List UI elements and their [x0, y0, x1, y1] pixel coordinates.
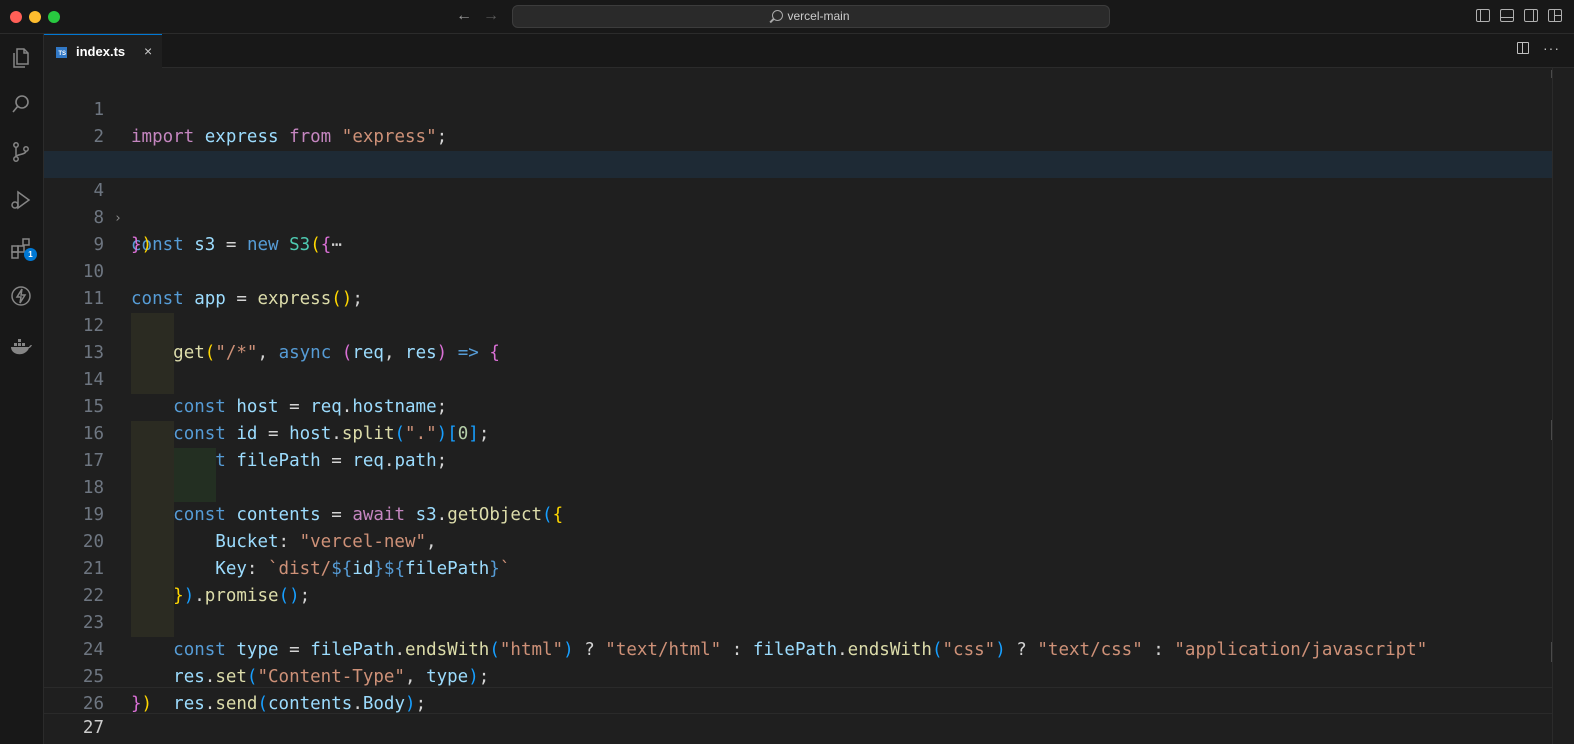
code-line: 15 const filePath = req.path; [44, 367, 1553, 471]
code-line: 14 const id = host.split(".")[0]; [44, 340, 1553, 444]
source-control-icon[interactable] [7, 138, 35, 166]
editor-actions: ··· [1517, 41, 1560, 55]
code-line-current: 27 app.listen(3001, () => console.log('L… [44, 687, 1553, 738]
code-line: 22 const type = filePath.endsWith("html"… [44, 556, 1553, 660]
code-line: 8 }) [44, 178, 1553, 255]
editor-tab-bar: TS index.ts × ··· [44, 34, 1574, 68]
maximize-window-button[interactable] [48, 11, 60, 23]
minimize-window-button[interactable] [29, 11, 41, 23]
code-line: 3 [44, 124, 1553, 174]
code-line: 9 [44, 205, 1553, 255]
line-number: 27 [82, 718, 104, 738]
files-icon[interactable] [7, 44, 35, 72]
extensions-badge: 1 [24, 248, 37, 261]
code-line: 24 res.send(contents.Body); [44, 610, 1553, 714]
code-editor[interactable]: 1 import express from "express"; 2 impor… [44, 68, 1574, 744]
run-debug-icon[interactable] [7, 186, 35, 214]
extensions-icon[interactable]: 1 [7, 234, 37, 262]
code-line: 10 const app = express(); [44, 232, 1553, 309]
layout-controls [1476, 9, 1562, 22]
activity-bar: 1 [0, 34, 44, 744]
toggle-secondary-sidebar-icon[interactable] [1524, 9, 1538, 22]
code-line: 17 const contents = await s3.getObject({ [44, 421, 1553, 525]
code-line: 1 import express from "express"; [44, 70, 1553, 147]
tab-index-ts[interactable]: TS index.ts × [44, 34, 162, 68]
forward-arrow-icon[interactable]: → [483, 6, 499, 26]
toggle-panel-icon[interactable] [1500, 9, 1514, 22]
customize-layout-icon[interactable] [1548, 9, 1562, 22]
code-line: 2 import { S3 } from "aws-sdk"; [44, 97, 1553, 174]
code-line: 20 }).promise(); [44, 502, 1553, 606]
toggle-primary-sidebar-icon[interactable] [1476, 9, 1490, 22]
typescript-file-icon: TS [56, 47, 67, 58]
workspace-name: vercel-main [787, 9, 850, 23]
lightning-icon[interactable] [7, 282, 35, 310]
back-arrow-icon[interactable]: ← [456, 6, 472, 26]
code-line: 23 res.set("Content-Type", type); [44, 583, 1553, 687]
command-center-search[interactable]: vercel-main [512, 5, 1110, 28]
code-line: 19 Key: `dist/${id}${filePath}` [44, 475, 1553, 579]
code-line-folded: 4 › const s3 = new S3({⋯ [44, 151, 1553, 255]
title-bar: ← → vercel-main [0, 0, 1574, 34]
code-line: 18 Bucket: "vercel-new", [44, 448, 1553, 552]
close-window-button[interactable] [10, 11, 22, 23]
more-actions-icon[interactable]: ··· [1543, 41, 1560, 55]
code-line: 13 const host = req.hostname; [44, 313, 1553, 417]
vertical-scrollbar[interactable] [1552, 68, 1574, 744]
tab-label: index.ts [76, 44, 126, 59]
code-line: 16 [44, 394, 1553, 444]
docker-icon[interactable] [7, 332, 35, 360]
search-icon[interactable] [7, 90, 35, 118]
split-editor-icon[interactable] [1517, 42, 1529, 54]
code-line: 21 [44, 529, 1553, 579]
code-line: 12 app.get("/*", async (req, res) => { [44, 286, 1553, 363]
code-line: 25 }) [44, 637, 1553, 714]
code-line: 11 [44, 259, 1553, 309]
close-icon[interactable]: × [144, 43, 152, 59]
search-icon [772, 10, 784, 21]
